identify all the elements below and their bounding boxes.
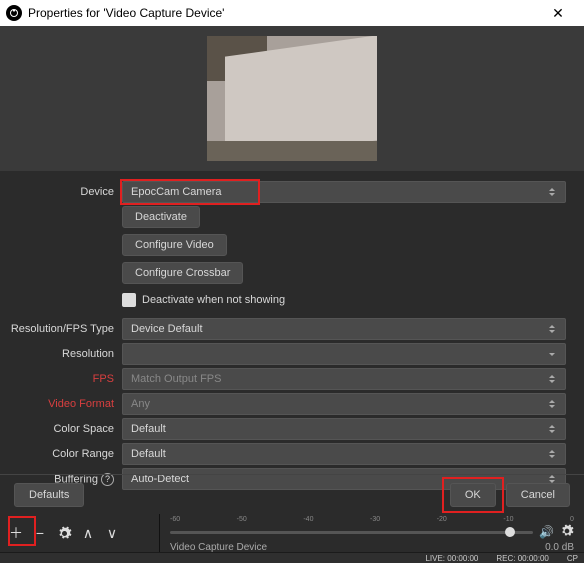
video-format-value: Any (131, 398, 150, 410)
fps-label: FPS (10, 373, 122, 385)
mixer-gear-icon[interactable] (560, 524, 574, 541)
resolution-fps-type-label: Resolution/FPS Type (10, 323, 122, 335)
fps-value: Match Output FPS (131, 373, 221, 385)
device-value: EpocCam Camera (131, 186, 221, 198)
mixer-source-name: Video Capture Device (170, 542, 267, 553)
remove-source-icon[interactable]: − (32, 525, 48, 541)
color-space-label: Color Space (10, 423, 122, 435)
defaults-button[interactable]: Defaults (14, 483, 84, 507)
status-cpu: CP (567, 554, 578, 563)
gear-icon[interactable] (56, 525, 72, 541)
video-format-select[interactable]: Any (122, 393, 566, 415)
properties-form: Device EpocCam Camera Deactivate Configu… (0, 171, 584, 499)
color-range-value: Default (131, 448, 166, 460)
status-live: LIVE: 00:00:00 (425, 554, 478, 563)
volume-slider[interactable] (170, 531, 533, 534)
close-icon[interactable]: ✕ (538, 0, 578, 26)
speaker-icon[interactable]: 🔊 (539, 525, 554, 539)
obs-logo-icon (6, 5, 22, 21)
resolution-fps-type-value: Device Default (131, 323, 203, 335)
chevron-updown-icon (543, 446, 561, 462)
vu-ticks: -60-50-40-30-20-100 (170, 516, 574, 523)
configure-crossbar-button[interactable]: Configure Crossbar (122, 262, 243, 284)
video-preview-area (0, 26, 584, 171)
ok-button[interactable]: OK (450, 483, 496, 507)
status-rec: REC: 00:00:00 (496, 554, 548, 563)
resolution-select[interactable] (122, 343, 566, 365)
resolution-label: Resolution (10, 348, 122, 360)
add-source-icon[interactable]: ＋ (8, 525, 24, 541)
fps-select[interactable]: Match Output FPS (122, 368, 566, 390)
chevron-updown-icon (543, 184, 561, 200)
device-label: Device (10, 186, 122, 198)
mixer-level-db: 0.0 dB (545, 542, 574, 553)
chevron-updown-icon (543, 396, 561, 412)
sources-toolbar: ＋ − ∧ ∨ (0, 514, 160, 552)
chevron-updown-icon (543, 421, 561, 437)
window-title: Properties for 'Video Capture Device' (28, 6, 538, 20)
video-preview (207, 36, 377, 161)
statusbar: LIVE: 00:00:00 REC: 00:00:00 CP (0, 552, 584, 563)
color-space-value: Default (131, 423, 166, 435)
audio-mixer: -60-50-40-30-20-100 🔊 Video Capture Devi… (160, 514, 584, 552)
video-format-label: Video Format (10, 398, 122, 410)
color-range-select[interactable]: Default (122, 443, 566, 465)
deactivate-button[interactable]: Deactivate (122, 206, 200, 228)
dialog-footer: Defaults OK Cancel (0, 474, 584, 515)
color-space-select[interactable]: Default (122, 418, 566, 440)
deactivate-checkbox-label: Deactivate when not showing (142, 294, 285, 306)
chevron-updown-icon (543, 321, 561, 337)
move-down-icon[interactable]: ∨ (104, 525, 120, 541)
device-select[interactable]: EpocCam Camera (122, 181, 566, 203)
chevron-down-icon (543, 346, 561, 362)
bottom-panels: ＋ − ∧ ∨ -60-50-40-30-20-100 🔊 Video Capt… (0, 514, 584, 552)
resolution-fps-type-select[interactable]: Device Default (122, 318, 566, 340)
configure-video-button[interactable]: Configure Video (122, 234, 227, 256)
move-up-icon[interactable]: ∧ (80, 525, 96, 541)
titlebar: Properties for 'Video Capture Device' ✕ (0, 0, 584, 26)
cancel-button[interactable]: Cancel (506, 483, 570, 507)
chevron-updown-icon (543, 371, 561, 387)
color-range-label: Color Range (10, 448, 122, 460)
deactivate-checkbox[interactable] (122, 293, 136, 307)
